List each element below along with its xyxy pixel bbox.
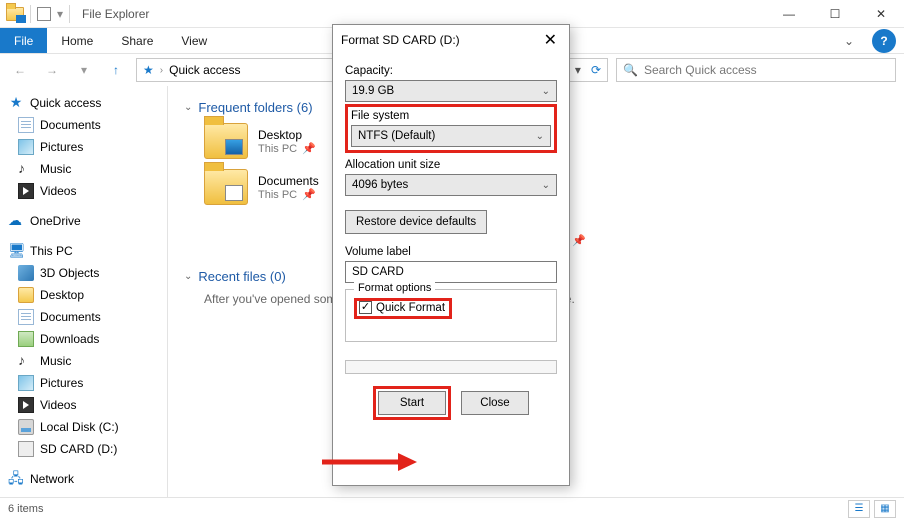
- dialog-title: Format SD CARD (D:): [341, 33, 460, 47]
- tree-local-disk-c[interactable]: Local Disk (C:): [4, 416, 163, 438]
- highlight-file-system: File system NTFS (Default)⌄: [345, 104, 557, 153]
- tree-network[interactable]: 🖧Network: [4, 468, 163, 490]
- capacity-label: Capacity:: [345, 65, 557, 77]
- tree-desktop[interactable]: Desktop: [4, 284, 163, 306]
- volume-label-label: Volume label: [345, 246, 557, 258]
- status-bar: 6 items ☰ ▦: [0, 497, 904, 519]
- qat-dropdown-icon[interactable]: ▾: [57, 7, 63, 21]
- tab-home[interactable]: Home: [47, 28, 107, 53]
- view-details-button[interactable]: ☰: [848, 500, 870, 518]
- search-input[interactable]: 🔍 Search Quick access: [616, 58, 896, 82]
- pin-icon: 📌: [299, 143, 316, 155]
- chevron-down-icon: ⌄: [542, 86, 550, 97]
- tree-documents[interactable]: Documents: [4, 114, 163, 136]
- tree-sd-card-d[interactable]: SD CARD (D:): [4, 438, 163, 460]
- chevron-down-icon: ⌄: [542, 180, 550, 191]
- help-icon[interactable]: ?: [872, 29, 896, 53]
- tab-view[interactable]: View: [167, 28, 221, 53]
- chevron-down-icon: ⌄: [536, 131, 544, 142]
- tree-documents-pc[interactable]: Documents: [4, 306, 163, 328]
- nav-forward-button[interactable]: →: [40, 58, 64, 82]
- highlight-quick-format: ✓ Quick Format: [354, 298, 452, 319]
- ribbon-expand-icon[interactable]: ⌄: [834, 28, 864, 53]
- start-button[interactable]: Start: [378, 391, 446, 415]
- nav-back-button[interactable]: ←: [8, 58, 32, 82]
- quick-format-checkbox[interactable]: ✓: [359, 301, 372, 314]
- section-frequent-label: Frequent folders (6): [198, 100, 312, 115]
- dialog-close-button[interactable]: ✕: [540, 30, 561, 50]
- format-progress: [345, 360, 557, 374]
- address-dropdown-icon[interactable]: ▾: [575, 63, 581, 77]
- tab-share[interactable]: Share: [107, 28, 167, 53]
- allocation-select[interactable]: 4096 bytes⌄: [345, 174, 557, 196]
- address-path: Quick access: [169, 63, 240, 77]
- search-placeholder: Search Quick access: [644, 63, 757, 77]
- tree-videos[interactable]: Videos: [4, 180, 163, 202]
- file-tab[interactable]: File: [0, 28, 47, 53]
- nav-tree: ★Quick access Documents Pictures ♪Music …: [0, 86, 168, 497]
- allocation-label: Allocation unit size: [345, 159, 557, 171]
- tree-3d-objects[interactable]: 3D Objects: [4, 262, 163, 284]
- refresh-icon[interactable]: ⟳: [587, 63, 601, 77]
- search-icon: 🔍: [623, 63, 638, 77]
- tree-onedrive[interactable]: ☁OneDrive: [4, 210, 163, 232]
- chevron-right-icon: ›: [160, 65, 163, 76]
- tree-pictures-pc[interactable]: Pictures: [4, 372, 163, 394]
- qat-props-icon[interactable]: [37, 7, 51, 21]
- app-icon: [6, 7, 24, 21]
- view-large-button[interactable]: ▦: [874, 500, 896, 518]
- tree-downloads[interactable]: Downloads: [4, 328, 163, 350]
- window-title: File Explorer: [76, 7, 149, 21]
- capacity-select[interactable]: 19.9 GB⌄: [345, 80, 557, 102]
- folder-icon: [204, 123, 248, 159]
- highlight-start-button: Start: [373, 386, 451, 420]
- tree-pictures[interactable]: Pictures: [4, 136, 163, 158]
- status-item-count: 6 items: [8, 503, 43, 515]
- chevron-down-icon: ⌄: [184, 271, 192, 282]
- format-dialog: Format SD CARD (D:) ✕ Capacity: 19.9 GB⌄…: [332, 24, 570, 486]
- pin-icon: 📌: [299, 189, 316, 201]
- tree-quick-access[interactable]: ★Quick access: [4, 92, 163, 114]
- quick-access-star-icon: ★: [143, 63, 154, 77]
- format-options-fieldset: Format options ✓ Quick Format: [345, 289, 557, 342]
- nav-up-button[interactable]: ↑: [104, 58, 128, 82]
- close-dialog-button[interactable]: Close: [461, 391, 529, 415]
- tree-this-pc[interactable]: 🖥This PC: [4, 240, 163, 262]
- folder-icon: [204, 169, 248, 205]
- close-button[interactable]: ✕: [858, 0, 904, 28]
- file-system-select[interactable]: NTFS (Default)⌄: [351, 125, 551, 147]
- tree-music-pc[interactable]: ♪Music: [4, 350, 163, 372]
- chevron-down-icon: ⌄: [184, 102, 192, 113]
- nav-recent-dropdown[interactable]: ▾: [72, 58, 96, 82]
- quick-format-label: Quick Format: [376, 302, 445, 314]
- tree-videos-pc[interactable]: Videos: [4, 394, 163, 416]
- pin-icon: 📌: [569, 235, 586, 247]
- section-recent-label: Recent files (0): [198, 269, 285, 284]
- maximize-button[interactable]: ☐: [812, 0, 858, 28]
- tree-music[interactable]: ♪Music: [4, 158, 163, 180]
- minimize-button[interactable]: —: [766, 0, 812, 28]
- format-options-legend: Format options: [354, 282, 435, 294]
- restore-defaults-button[interactable]: Restore device defaults: [345, 210, 487, 234]
- file-system-label: File system: [351, 110, 551, 122]
- volume-label-input[interactable]: SD CARD: [345, 261, 557, 283]
